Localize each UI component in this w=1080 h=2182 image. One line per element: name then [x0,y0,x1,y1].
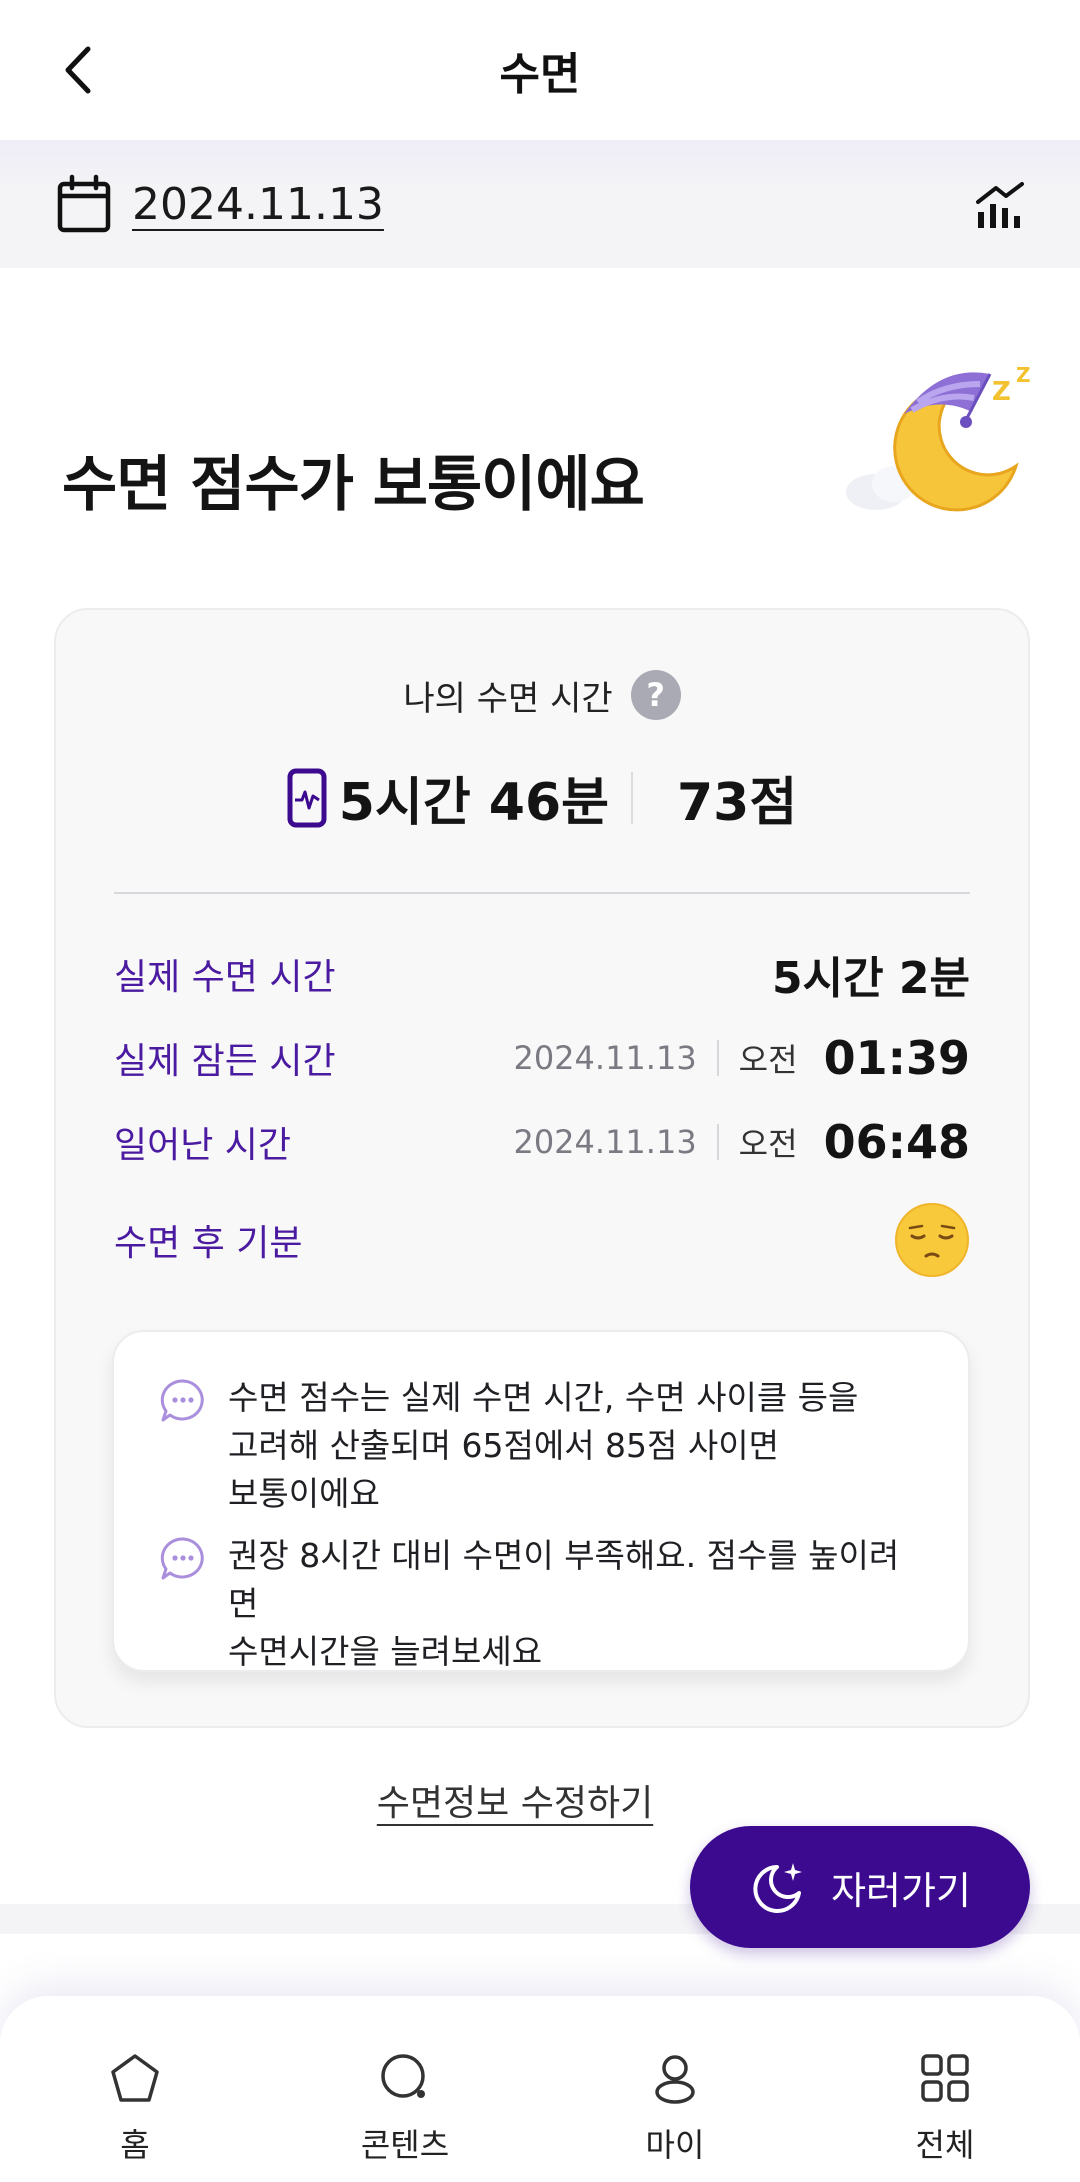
row-label: 수면 후 기분 [114,1223,303,1264]
edit-sleep-info-link[interactable]: 수면정보 수정하기 [0,1774,1030,1826]
help-icon[interactable]: ? [630,670,681,720]
tip-item: 권장 8시간 대비 수면이 부족해요. 점수를 높이려면 수면시간을 늘려보세요 [158,1532,928,1676]
nav-my[interactable]: 마이 [540,1996,810,2182]
moon-sparkle-icon [753,1863,803,1913]
sleepy-face-icon[interactable] [894,1202,970,1278]
sleeping-moon-illustration: Z Z [846,363,1031,512]
divider [114,892,970,894]
nav-label: 콘텐츠 [360,2126,450,2164]
tip-item: 수면 점수는 실제 수면 시간, 수면 사이클 등을 고려해 산출되며 65점에… [158,1374,928,1518]
bottom-navigation: 홈 콘텐츠 마이 전체 [0,1996,1080,2182]
wake-up-time-row: 일어난 시간 2024.11.13 오전 06:48 [114,1112,970,1172]
nav-label: 마이 [645,2126,705,2164]
row-date: 2024.11.13 [513,1123,697,1161]
row-date: 2024.11.13 [513,1039,697,1077]
calendar-icon[interactable] [56,174,112,234]
actual-sleep-time-value: 5시간 2분 [772,953,970,1004]
row-label: 실제 수면 시간 [114,957,336,998]
tip-text: 권장 8시간 대비 수면이 부족해요. 점수를 높이려면 수면시간을 늘려보세요 [228,1536,900,1671]
divider [716,1124,719,1160]
sleep-summary-card: 나의 수면 시간 ? 5시간 46분 73점 실제 수면 시간 5시간 2분 실… [54,608,1030,1728]
divider [716,1040,719,1076]
row-ampm: 오전 [738,1041,798,1079]
card-title-row: 나의 수면 시간 ? [56,670,1028,720]
go-to-sleep-label: 자러가기 [831,1868,971,1913]
page-title: 수면 [499,49,581,100]
selected-date[interactable]: 2024.11.13 [132,179,384,230]
fell-asleep-time: 01:39 [823,1031,970,1085]
summary-row: 5시간 46분 73점 [56,760,1028,835]
go-to-sleep-button[interactable]: 자러가기 [690,1826,1030,1948]
nav-home[interactable]: 홈 [0,1996,270,2182]
mood-after-sleep-row: 수면 후 기분 [114,1200,970,1280]
speech-bubble-icon [160,1537,204,1580]
nav-label: 전체 [915,2126,975,2164]
tip-text: 수면 점수는 실제 수면 시간, 수면 사이클 등을 고려해 산출되며 65점에… [228,1378,859,1513]
nav-label: 홈 [120,2126,150,2164]
user-icon [655,2055,695,2104]
date-bar: 2024.11.13 [0,140,1080,268]
speech-bubble-icon [160,1379,204,1422]
wake-up-time: 06:48 [823,1115,970,1169]
home-icon [111,2054,159,2102]
search-icon [381,2054,425,2098]
fell-asleep-time-row: 실제 잠든 시간 2024.11.13 오전 01:39 [114,1028,970,1088]
row-label: 일어난 시간 [114,1125,292,1166]
top-app-bar: 수면 [0,0,1080,140]
svg-text:Z: Z [1016,363,1031,387]
divider [630,771,633,824]
nav-all[interactable]: 전체 [810,1996,1080,2182]
actual-sleep-time-row: 실제 수면 시간 5시간 2분 [114,944,970,1004]
sleep-score: 73점 [676,773,798,833]
grid-icon [921,2054,969,2102]
row-ampm: 오전 [738,1125,798,1163]
svg-text:Z: Z [992,377,1011,407]
total-sleep-duration: 5시간 46분 [338,773,609,833]
card-title: 나의 수면 시간 [403,678,613,719]
sleep-score-headline: 수면 점수가 보통이에요 [62,450,645,520]
phone-heartbeat-icon [287,768,327,827]
score-tips-box: 수면 점수는 실제 수면 시간, 수면 사이클 등을 고려해 산출되며 65점에… [112,1330,970,1672]
bar-chart-icon[interactable] [972,176,1028,232]
row-label: 실제 잠든 시간 [114,1041,336,1082]
nav-contents[interactable]: 콘텐츠 [270,1996,540,2182]
